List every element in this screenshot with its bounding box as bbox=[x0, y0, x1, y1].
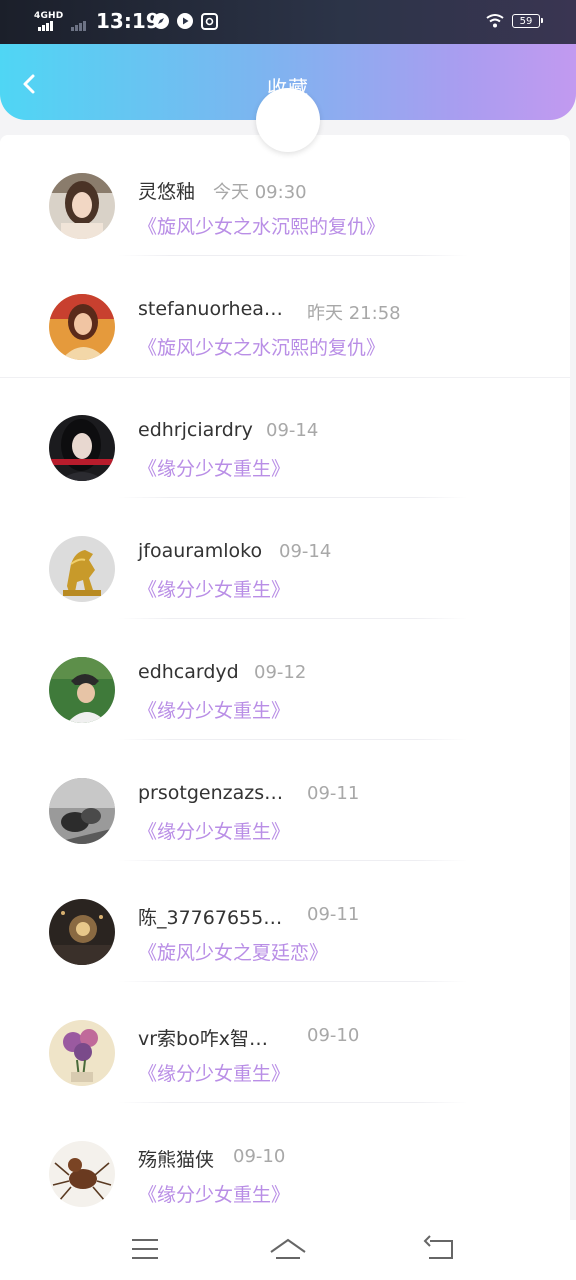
menu-button[interactable] bbox=[125, 1230, 165, 1270]
list-item[interactable]: 灵悠釉 今天 09:30 《旋风少女之水沉熙的复仇》 bbox=[0, 135, 570, 256]
favorites-list: 灵悠釉 今天 09:30 《旋风少女之水沉熙的复仇》 stefanuorhea…… bbox=[0, 135, 570, 1220]
user-name: 陈_37767655… bbox=[138, 907, 283, 929]
user-name: prsotgenzazs… bbox=[138, 782, 284, 804]
story-title[interactable]: 《旋风少女之水沉熙的复仇》 bbox=[138, 212, 385, 239]
camera-notification-icon bbox=[201, 13, 218, 30]
user-name: 殇熊猫侠 bbox=[138, 1149, 215, 1171]
signal-icon bbox=[38, 21, 53, 31]
system-nav-bar bbox=[0, 1220, 576, 1280]
list-item[interactable]: stefanuorhea… 昨天 21:58 《旋风少女之水沉熙的复仇》 bbox=[0, 256, 570, 377]
user-name: 灵悠釉 bbox=[138, 181, 196, 203]
avatar bbox=[49, 415, 115, 481]
avatar bbox=[49, 173, 115, 239]
back-arrow-icon bbox=[423, 1235, 453, 1259]
timestamp: 09-12 bbox=[254, 662, 307, 683]
list-item[interactable]: jfoauramloko 09-14 《缘分少女重生》 bbox=[0, 498, 570, 619]
timestamp: 09-10 bbox=[307, 1025, 360, 1046]
avatar bbox=[49, 657, 115, 723]
timestamp: 昨天 21:58 bbox=[307, 303, 401, 324]
list-item[interactable]: vr索bo咋x智… 09-10 《缘分少女重生》 bbox=[0, 982, 570, 1103]
avatar bbox=[49, 899, 115, 965]
story-title[interactable]: 《缘分少女重生》 bbox=[138, 696, 290, 723]
list-item[interactable]: edhrjciardry 09-14 《缘分少女重生》 bbox=[0, 377, 570, 498]
home-button[interactable] bbox=[268, 1230, 308, 1270]
timestamp: 09-14 bbox=[266, 420, 319, 441]
timestamp: 09-11 bbox=[307, 783, 360, 804]
avatar bbox=[49, 294, 115, 360]
story-title[interactable]: 《缘分少女重生》 bbox=[138, 1180, 290, 1207]
user-name: stefanuorhea… bbox=[138, 298, 283, 320]
list-item[interactable]: 陈_37767655… 09-11 《旋风少女之夏廷恋》 bbox=[0, 861, 570, 982]
list-item[interactable]: 殇熊猫侠 09-10 《缘分少女重生》 bbox=[0, 1103, 570, 1224]
list-item[interactable]: prsotgenzazs… 09-11 《缘分少女重生》 bbox=[0, 740, 570, 861]
avatar bbox=[49, 778, 115, 844]
battery-icon: 59 bbox=[512, 14, 543, 28]
status-bar: 4GHD 13:19 59 bbox=[0, 0, 576, 44]
story-title[interactable]: 《旋风少女之夏廷恋》 bbox=[138, 938, 328, 965]
avatar bbox=[49, 1141, 115, 1207]
timestamp: 09-14 bbox=[279, 541, 332, 562]
avatar bbox=[49, 1020, 115, 1086]
user-name: edhcardyd bbox=[138, 661, 239, 683]
favorites-screen: 4GHD 13:19 59 灵悠釉 今天 09:30 《旋风少女之水沉熙的复仇》… bbox=[0, 0, 576, 1280]
story-title[interactable]: 《缘分少女重生》 bbox=[138, 1059, 290, 1086]
timestamp: 09-10 bbox=[233, 1146, 286, 1167]
user-name: vr索bo咋x智… bbox=[138, 1028, 268, 1050]
wifi-icon bbox=[486, 13, 504, 33]
back-nav-button[interactable] bbox=[420, 1230, 460, 1270]
compass-notification-icon bbox=[153, 13, 169, 29]
user-name: edhrjciardry bbox=[138, 419, 253, 441]
story-title[interactable]: 《缘分少女重生》 bbox=[138, 454, 290, 481]
signal-icon-secondary bbox=[71, 21, 86, 31]
avatar bbox=[49, 536, 115, 602]
home-icon bbox=[270, 1238, 306, 1259]
story-title[interactable]: 《缘分少女重生》 bbox=[138, 817, 290, 844]
story-title[interactable]: 《缘分少女重生》 bbox=[138, 575, 290, 602]
pull-indicator bbox=[256, 88, 320, 152]
timestamp: 09-11 bbox=[307, 904, 360, 925]
story-title[interactable]: 《旋风少女之水沉熙的复仇》 bbox=[138, 333, 385, 360]
user-name: jfoauramloko bbox=[138, 540, 263, 562]
list-item[interactable]: edhcardyd 09-12 《缘分少女重生》 bbox=[0, 619, 570, 740]
menu-icon bbox=[132, 1239, 158, 1259]
status-time: 13:19 bbox=[96, 9, 160, 33]
network-type: 4GHD bbox=[34, 11, 64, 21]
play-notification-icon bbox=[177, 13, 193, 29]
timestamp: 今天 09:30 bbox=[213, 182, 307, 203]
